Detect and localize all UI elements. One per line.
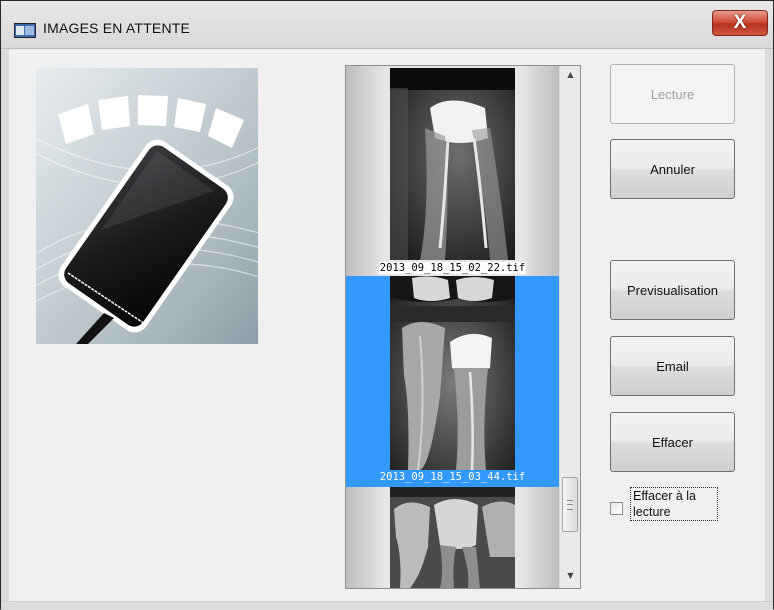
scroll-down-arrow-icon[interactable]: ▼ xyxy=(560,567,580,585)
app-window-icon xyxy=(14,23,36,38)
effacer-a-la-lecture-label[interactable]: Effacer à la lecture xyxy=(630,487,718,521)
window-frame-right xyxy=(765,49,773,601)
effacer-button[interactable]: Effacer xyxy=(610,412,735,472)
grip-icon xyxy=(567,500,573,510)
email-button[interactable]: Email xyxy=(610,336,735,396)
images-en-attente-window: IMAGES EN ATTENTE X 2013_09_18_15_02_22.… xyxy=(0,0,774,610)
thumbnail-filename: 2013_09_18_15_03_44.tif xyxy=(379,471,526,483)
title-bar[interactable]: IMAGES EN ATTENTE X xyxy=(1,1,773,49)
annuler-button[interactable]: Annuler xyxy=(610,139,735,199)
thumbnail-filename: 2013_09_18_15_02_22.tif xyxy=(378,262,527,274)
xray-thumbnail-image xyxy=(390,68,515,260)
scroll-up-arrow-icon[interactable]: ▲ xyxy=(560,66,580,84)
window-frame-left xyxy=(1,49,9,601)
lecture-button[interactable]: Lecture xyxy=(610,64,735,124)
xray-thumbnail-image xyxy=(390,276,515,470)
thumbnail-list-scrollbar[interactable]: ▲ ▼ xyxy=(559,66,580,588)
sensor-logo-image xyxy=(36,68,258,344)
close-button[interactable]: X xyxy=(712,10,768,36)
dialog-body: 2013_09_18_15_02_22.tif 2013_09_18_15_03… xyxy=(9,49,765,601)
thumbnail-item-selected[interactable]: 2013_09_18_15_03_44.tif xyxy=(346,276,559,487)
effacer-a-la-lecture-option[interactable]: Effacer à la lecture xyxy=(610,487,725,527)
thumbnail-item[interactable] xyxy=(346,487,559,588)
scrollbar-thumb[interactable] xyxy=(562,477,578,532)
previsualisation-button[interactable]: Previsualisation xyxy=(610,260,735,320)
effacer-a-la-lecture-checkbox[interactable] xyxy=(610,502,623,515)
thumbnail-list[interactable]: 2013_09_18_15_02_22.tif 2013_09_18_15_03… xyxy=(345,65,581,589)
thumbnail-item[interactable]: 2013_09_18_15_02_22.tif xyxy=(346,66,559,276)
close-icon: X xyxy=(733,12,747,33)
xray-thumbnail-image xyxy=(390,487,515,588)
window-title: IMAGES EN ATTENTE xyxy=(43,20,191,36)
